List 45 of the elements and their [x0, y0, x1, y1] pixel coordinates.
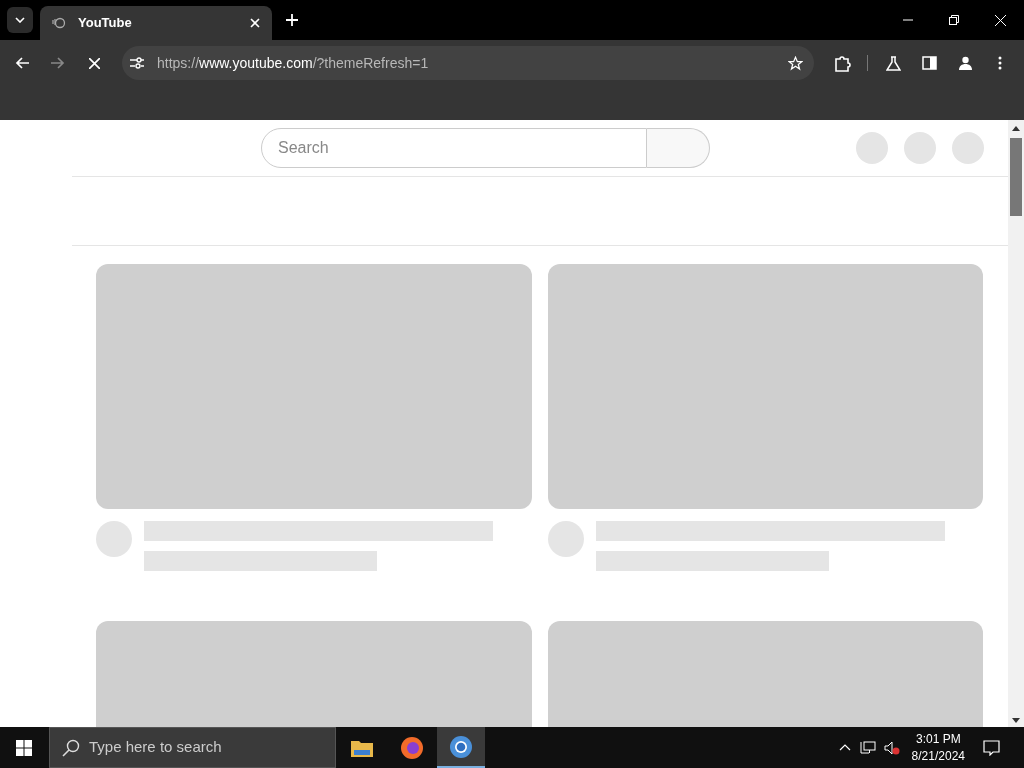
bookmark-star-icon[interactable] — [788, 55, 803, 71]
stop-loading-icon[interactable] — [89, 57, 100, 69]
scroll-up-icon[interactable] — [1012, 126, 1020, 131]
forward-arrow-icon[interactable] — [51, 57, 65, 69]
clock-time: 3:01 PM — [915, 730, 961, 748]
close-icon[interactable] — [250, 18, 260, 28]
search-field[interactable]: Search — [261, 128, 647, 168]
taskbar-search-placeholder: Type here to search — [89, 737, 222, 758]
muted-speaker-icon[interactable] — [883, 740, 900, 755]
chevron-up-icon[interactable] — [838, 744, 851, 751]
chevron-down-icon — [15, 17, 25, 23]
avatar-placeholder — [96, 521, 132, 557]
scroll-down-icon[interactable] — [1012, 718, 1020, 723]
url-text: https://www.youtube.com/?themeRefresh=1 — [157, 53, 429, 73]
chrome-icon — [449, 734, 473, 759]
avatar-placeholder — [904, 132, 936, 164]
chrome-taskbar-button[interactable] — [437, 727, 485, 768]
profile-icon[interactable] — [958, 56, 973, 70]
firefox-icon[interactable] — [400, 735, 424, 760]
tab-title: YouTube — [78, 14, 133, 33]
avatar-placeholder — [856, 132, 888, 164]
puzzle-piece-icon[interactable] — [834, 54, 851, 72]
menu-icon[interactable] — [998, 56, 1002, 70]
address-bar[interactable]: https://www.youtube.com/?themeRefresh=1 — [122, 46, 814, 80]
new-tab-icon[interactable] — [286, 14, 298, 26]
network-icon[interactable] — [859, 740, 876, 755]
close-icon[interactable] — [995, 14, 1006, 26]
folder-icon[interactable] — [351, 738, 373, 757]
site-settings-icon[interactable] — [130, 57, 144, 69]
browser-tab[interactable]: YouTube — [40, 6, 272, 40]
scrollbar[interactable] — [1008, 120, 1024, 727]
windows-start-icon[interactable] — [16, 739, 32, 756]
scrollbar-thumb[interactable] — [1010, 138, 1022, 216]
restore-icon[interactable] — [949, 15, 959, 25]
notification-icon[interactable] — [983, 739, 1000, 756]
flask-icon[interactable] — [886, 55, 901, 71]
back-arrow-icon[interactable] — [15, 57, 29, 69]
taskbar-search-field[interactable]: Type here to search — [49, 727, 336, 768]
clock-date: 8/21/2024 — [911, 747, 965, 765]
side-panel-icon[interactable] — [922, 56, 937, 70]
avatar-placeholder — [952, 132, 984, 164]
search-icon — [62, 738, 80, 757]
globe-icon — [52, 17, 66, 29]
avatar-placeholder — [548, 521, 584, 557]
tab-search-button[interactable] — [7, 7, 33, 33]
